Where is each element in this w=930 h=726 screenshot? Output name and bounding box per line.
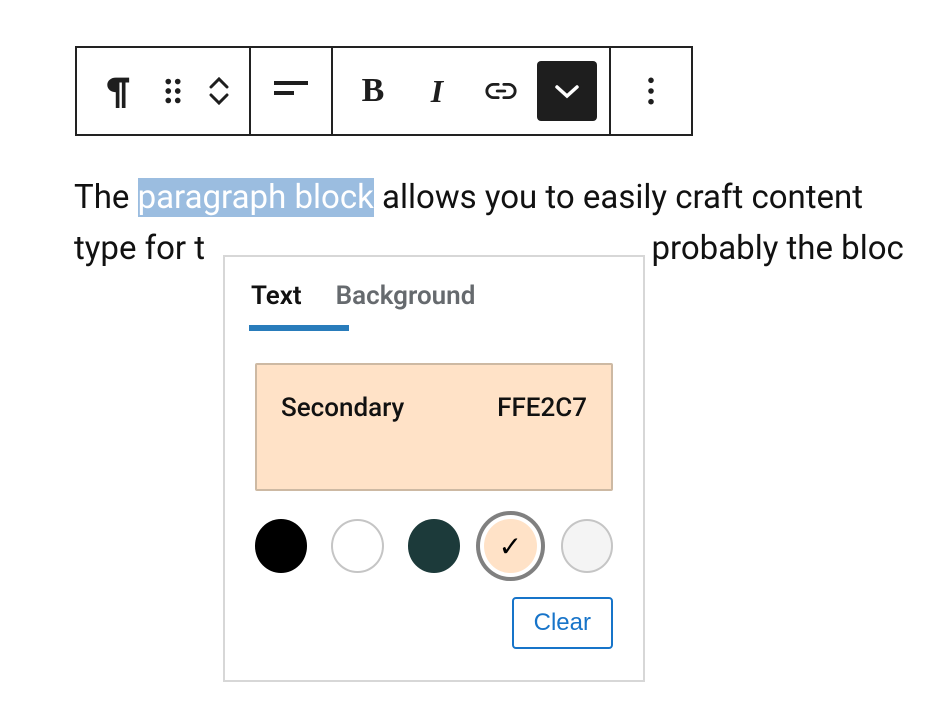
- check-icon: ✓: [499, 530, 522, 563]
- more-rich-text-button[interactable]: [537, 61, 597, 121]
- paragraph-text-after1: allows you to easily craft content: [374, 178, 863, 217]
- toolbar-group-align: [251, 48, 333, 134]
- toolbar-group-options: [611, 48, 691, 134]
- clear-row: Clear: [225, 573, 643, 649]
- color-swatch-light-gray[interactable]: [561, 519, 613, 573]
- block-toolbar: B I: [75, 46, 693, 136]
- paragraph-icon: [102, 74, 132, 108]
- tab-text[interactable]: Text: [251, 281, 302, 329]
- more-vertical-icon: [646, 76, 656, 106]
- drag-handle-icon: [162, 78, 184, 104]
- chevron-down-icon: [554, 83, 580, 99]
- tab-background[interactable]: Background: [336, 281, 476, 329]
- selected-color-hex: FFE2C7: [497, 393, 587, 423]
- align-left-icon: [274, 79, 308, 103]
- drag-handle-button[interactable]: [149, 59, 197, 123]
- color-tabs: Text Background: [225, 257, 643, 329]
- color-swatch-secondary[interactable]: ✓: [484, 519, 536, 573]
- highlight-color-popover: Text Background Secondary FFE2C7 ✓ Clear: [223, 255, 645, 682]
- italic-icon: I: [431, 73, 443, 110]
- color-swatch-black[interactable]: [255, 519, 307, 573]
- move-up-button[interactable]: [209, 77, 229, 89]
- color-swatch-white[interactable]: [331, 519, 383, 573]
- paragraph-text-line2b: probably the bloc: [651, 229, 903, 268]
- color-swatch-dark-teal[interactable]: [408, 519, 460, 573]
- paragraph-text-line2a: type for t: [74, 229, 205, 268]
- block-type-button[interactable]: [85, 59, 149, 123]
- move-down-button[interactable]: [209, 93, 229, 105]
- color-swatch-row: ✓: [225, 491, 643, 573]
- toolbar-group-inline: B I: [333, 48, 611, 134]
- link-icon: [484, 81, 518, 101]
- align-button[interactable]: [259, 59, 323, 123]
- clear-button[interactable]: Clear: [512, 597, 613, 649]
- selected-color-name: Secondary: [281, 393, 404, 423]
- italic-button[interactable]: I: [405, 59, 469, 123]
- toolbar-group-block: [77, 48, 251, 134]
- options-button[interactable]: [619, 59, 683, 123]
- move-buttons: [197, 59, 241, 123]
- bold-button[interactable]: B: [341, 59, 405, 123]
- link-button[interactable]: [469, 59, 533, 123]
- paragraph-text-selection: paragraph block: [138, 178, 374, 217]
- selected-color-chip[interactable]: Secondary FFE2C7: [255, 363, 613, 491]
- bold-icon: B: [362, 72, 385, 110]
- paragraph-text-before: The: [74, 178, 138, 217]
